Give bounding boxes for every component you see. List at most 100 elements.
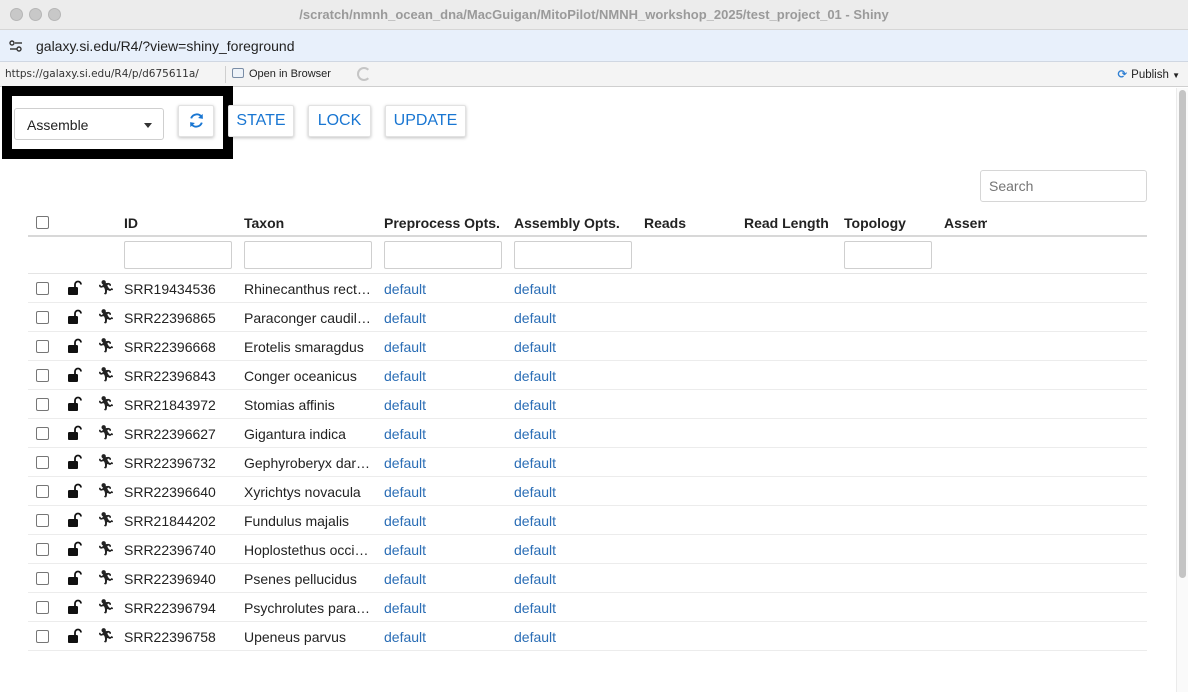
- row-checkbox[interactable]: [36, 514, 49, 527]
- cell-preprocess-link[interactable]: default: [384, 310, 426, 326]
- row-checkbox[interactable]: [36, 485, 49, 498]
- unlock-icon[interactable]: [66, 367, 82, 383]
- cell-assembly-link[interactable]: default: [514, 397, 556, 413]
- running-icon[interactable]: 🏃︎: [97, 395, 115, 412]
- running-icon[interactable]: 🏃︎: [97, 627, 115, 644]
- cell-preprocess-link[interactable]: default: [384, 455, 426, 471]
- cell-preprocess-link[interactable]: default: [384, 542, 426, 558]
- scrollbar-thumb[interactable]: [1179, 90, 1186, 578]
- cell-preprocess-link[interactable]: default: [384, 281, 426, 297]
- refresh-button[interactable]: [178, 105, 214, 137]
- row-checkbox[interactable]: [36, 601, 49, 614]
- column-header-assembly-truncated[interactable]: Assem: [944, 215, 987, 231]
- cell-preprocess-link[interactable]: default: [384, 368, 426, 384]
- running-icon[interactable]: 🏃︎: [97, 540, 115, 557]
- running-icon[interactable]: 🏃︎: [97, 337, 115, 354]
- unlock-icon[interactable]: [66, 425, 82, 441]
- filter-id-input[interactable]: [124, 241, 232, 269]
- column-header-assembly[interactable]: Assembly Opts.: [514, 215, 620, 231]
- cell-assembly-link[interactable]: default: [514, 571, 556, 587]
- unlock-icon[interactable]: [66, 599, 82, 615]
- lock-button[interactable]: LOCK: [308, 105, 371, 137]
- table-row[interactable]: 🏃︎ SRR21844202 Fundulus majalis default defa…: [28, 506, 1147, 535]
- reload-icon[interactable]: [357, 67, 371, 81]
- column-header-read-length[interactable]: Read Length: [744, 215, 829, 231]
- state-button[interactable]: STATE: [228, 105, 294, 137]
- row-checkbox[interactable]: [36, 282, 49, 295]
- row-checkbox[interactable]: [36, 456, 49, 469]
- cell-preprocess-link[interactable]: default: [384, 397, 426, 413]
- cell-preprocess-link[interactable]: default: [384, 426, 426, 442]
- row-checkbox[interactable]: [36, 340, 49, 353]
- cell-preprocess-link[interactable]: default: [384, 513, 426, 529]
- cell-assembly-link[interactable]: default: [514, 542, 556, 558]
- cell-assembly-link[interactable]: default: [514, 426, 556, 442]
- cell-assembly-link[interactable]: default: [514, 513, 556, 529]
- unlock-icon[interactable]: [66, 280, 82, 296]
- table-row[interactable]: 🏃︎ SRR22396740 Hoplostethus occi… default de…: [28, 535, 1147, 564]
- running-icon[interactable]: 🏃︎: [97, 569, 115, 586]
- update-button[interactable]: UPDATE: [385, 105, 466, 137]
- running-icon[interactable]: 🏃︎: [97, 511, 115, 528]
- cell-assembly-link[interactable]: default: [514, 484, 556, 500]
- running-icon[interactable]: 🏃︎: [97, 453, 115, 470]
- search-input[interactable]: [980, 170, 1147, 202]
- unlock-icon[interactable]: [66, 483, 82, 499]
- filter-preprocess-input[interactable]: [384, 241, 502, 269]
- row-checkbox[interactable]: [36, 427, 49, 440]
- cell-assembly-link[interactable]: default: [514, 339, 556, 355]
- row-checkbox[interactable]: [36, 572, 49, 585]
- running-icon[interactable]: 🏃︎: [97, 366, 115, 383]
- row-checkbox[interactable]: [36, 369, 49, 382]
- url-text[interactable]: galaxy.si.edu/R4/?view=shiny_foreground: [36, 38, 295, 54]
- unlock-icon[interactable]: [66, 454, 82, 470]
- unlock-icon[interactable]: [66, 396, 82, 412]
- running-icon[interactable]: 🏃︎: [97, 598, 115, 615]
- cell-assembly-link[interactable]: default: [514, 310, 556, 326]
- column-header-preprocess[interactable]: Preprocess Opts.: [384, 215, 500, 231]
- row-checkbox[interactable]: [36, 543, 49, 556]
- running-icon[interactable]: 🏃︎: [97, 279, 115, 296]
- select-all-checkbox[interactable]: [36, 216, 49, 229]
- table-row[interactable]: 🏃︎ SRR19434536 Rhinecanthus rect… default de…: [28, 274, 1147, 303]
- column-header-reads[interactable]: Reads: [644, 215, 686, 231]
- filter-topology-input[interactable]: [844, 241, 932, 269]
- table-row[interactable]: 🏃︎ SRR22396758 Upeneus parvus default defaul…: [28, 622, 1147, 651]
- publish-button[interactable]: ⟳ Publish ▼: [1118, 67, 1180, 81]
- cell-preprocess-link[interactable]: default: [384, 600, 426, 616]
- unlock-icon[interactable]: [66, 512, 82, 528]
- filter-assembly-input[interactable]: [514, 241, 632, 269]
- unlock-icon[interactable]: [66, 338, 82, 354]
- unlock-icon[interactable]: [66, 570, 82, 586]
- unlock-icon[interactable]: [66, 628, 82, 644]
- table-row[interactable]: 🏃︎ SRR22396627 Gigantura indica default defa…: [28, 419, 1147, 448]
- cell-preprocess-link[interactable]: default: [384, 571, 426, 587]
- table-row[interactable]: 🏃︎ SRR22396940 Psenes pellucidus default def…: [28, 564, 1147, 593]
- column-header-topology[interactable]: Topology: [844, 215, 906, 231]
- table-row[interactable]: 🏃︎ SRR22396843 Conger oceanicus default defa…: [28, 361, 1147, 390]
- open-in-browser-button[interactable]: Open in Browser: [232, 68, 331, 80]
- table-row[interactable]: 🏃︎ SRR22396794 Psychrolutes para… default de…: [28, 593, 1147, 622]
- cell-assembly-link[interactable]: default: [514, 629, 556, 645]
- row-checkbox[interactable]: [36, 398, 49, 411]
- running-icon[interactable]: 🏃︎: [97, 424, 115, 441]
- table-row[interactable]: 🏃︎ SRR21843972 Stomias affinis default defau…: [28, 390, 1147, 419]
- filter-taxon-input[interactable]: [244, 241, 372, 269]
- table-row[interactable]: 🏃︎ SRR22396640 Xyrichtys novacula default de…: [28, 477, 1147, 506]
- row-checkbox[interactable]: [36, 311, 49, 324]
- cell-assembly-link[interactable]: default: [514, 368, 556, 384]
- table-row[interactable]: 🏃︎ SRR22396732 Gephyroberyx dar… default def…: [28, 448, 1147, 477]
- unlock-icon[interactable]: [66, 541, 82, 557]
- column-header-id[interactable]: ID: [124, 215, 138, 231]
- running-icon[interactable]: 🏃︎: [97, 308, 115, 325]
- table-row[interactable]: 🏃︎ SRR22396668 Erotelis smaragdus default de…: [28, 332, 1147, 361]
- cell-preprocess-link[interactable]: default: [384, 484, 426, 500]
- mode-select[interactable]: Assemble: [14, 108, 164, 140]
- cell-assembly-link[interactable]: default: [514, 455, 556, 471]
- cell-preprocess-link[interactable]: default: [384, 339, 426, 355]
- table-row[interactable]: 🏃︎ SRR22396865 Paraconger caudil… default de…: [28, 303, 1147, 332]
- running-icon[interactable]: 🏃︎: [97, 482, 115, 499]
- cell-preprocess-link[interactable]: default: [384, 629, 426, 645]
- site-settings-icon[interactable]: [8, 38, 24, 54]
- cell-assembly-link[interactable]: default: [514, 281, 556, 297]
